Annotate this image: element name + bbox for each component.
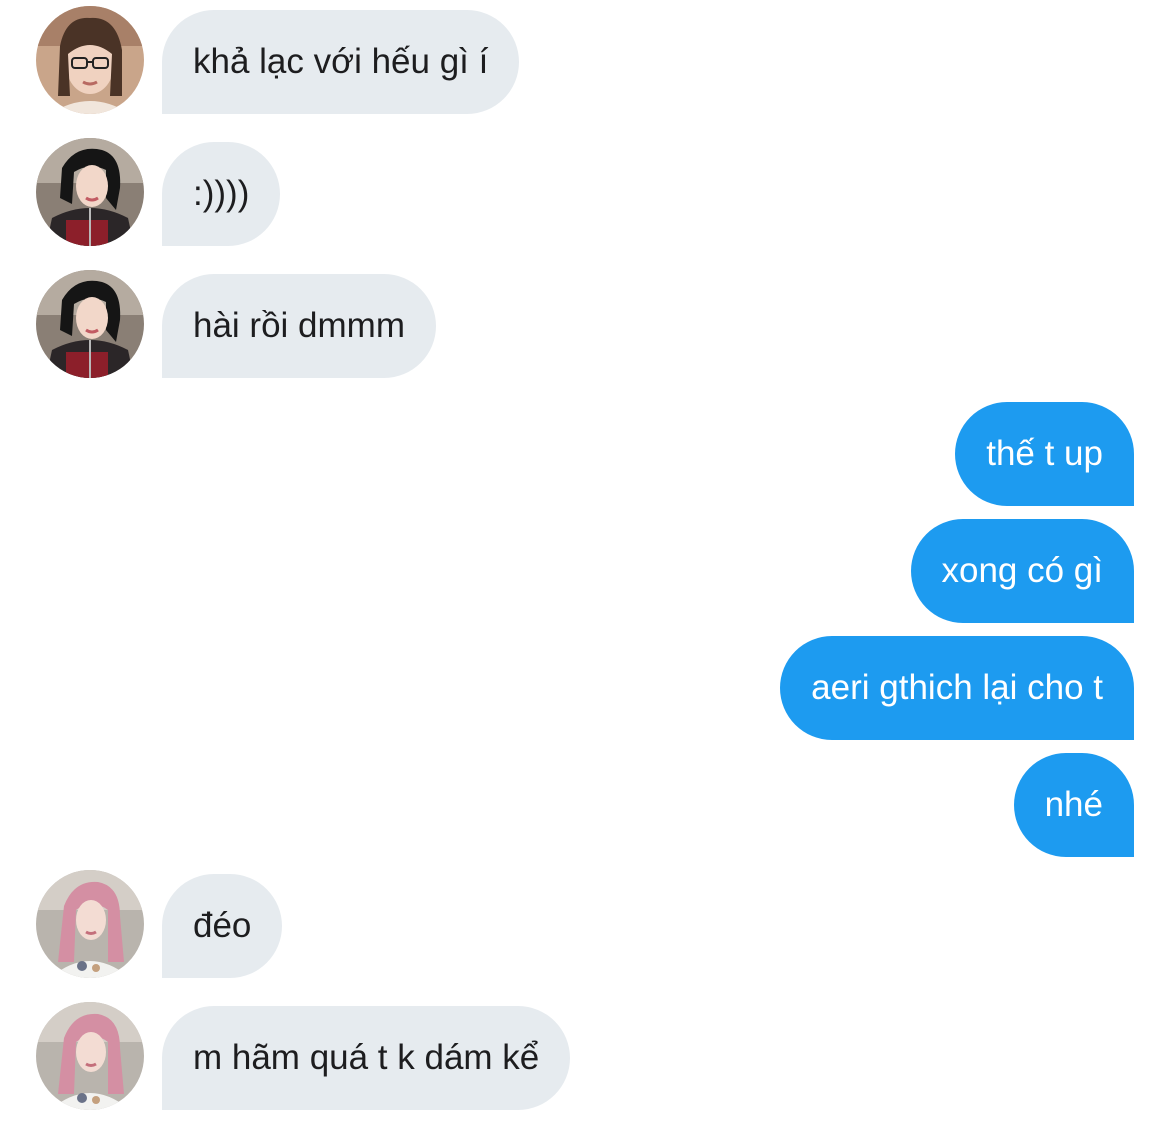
conversation-thread: khả lạc với hếu gì í :)))) hài rồi dmmm … [0, 0, 1170, 1130]
avatar-pink-hair-user[interactable] [36, 1002, 144, 1110]
profile-photo-black-hair-icon [36, 138, 144, 246]
avatar-glasses-user[interactable] [36, 6, 144, 114]
message-text: thế t up [986, 434, 1103, 473]
message-bubble-incoming[interactable]: đéo [162, 874, 283, 978]
message-text: aeri gthich lại cho t [811, 668, 1103, 707]
message-text: khả lạc với hếu gì í [193, 42, 489, 81]
avatar-black-hair-user[interactable] [36, 270, 144, 378]
profile-photo-glasses-icon [36, 6, 144, 114]
message-text: đéo [193, 906, 252, 945]
message-bubble-outgoing[interactable]: nhé [1013, 753, 1134, 857]
message-bubble-outgoing[interactable]: xong có gì [910, 519, 1134, 623]
message-text: m hãm quá t k dám kể [193, 1038, 540, 1077]
message-bubble-outgoing[interactable]: thế t up [955, 402, 1134, 506]
message-bubble-incoming[interactable]: hài rồi dmmm [162, 274, 436, 378]
message-text: hài rồi dmmm [193, 306, 405, 345]
avatar-black-hair-user[interactable] [36, 138, 144, 246]
message-bubble-outgoing[interactable]: aeri gthich lại cho t [780, 636, 1134, 740]
message-bubble-incoming[interactable]: :)))) [162, 142, 281, 246]
message-text: xong có gì [941, 551, 1104, 590]
message-text: :)))) [193, 174, 250, 213]
avatar-pink-hair-user[interactable] [36, 870, 144, 978]
message-bubble-incoming[interactable]: m hãm quá t k dám kể [162, 1006, 571, 1110]
profile-photo-pink-hair-icon [36, 870, 144, 978]
message-bubble-incoming[interactable]: khả lạc với hếu gì í [162, 10, 520, 114]
profile-photo-black-hair-icon [36, 270, 144, 378]
profile-photo-pink-hair-icon [36, 1002, 144, 1110]
message-text: nhé [1044, 785, 1103, 824]
